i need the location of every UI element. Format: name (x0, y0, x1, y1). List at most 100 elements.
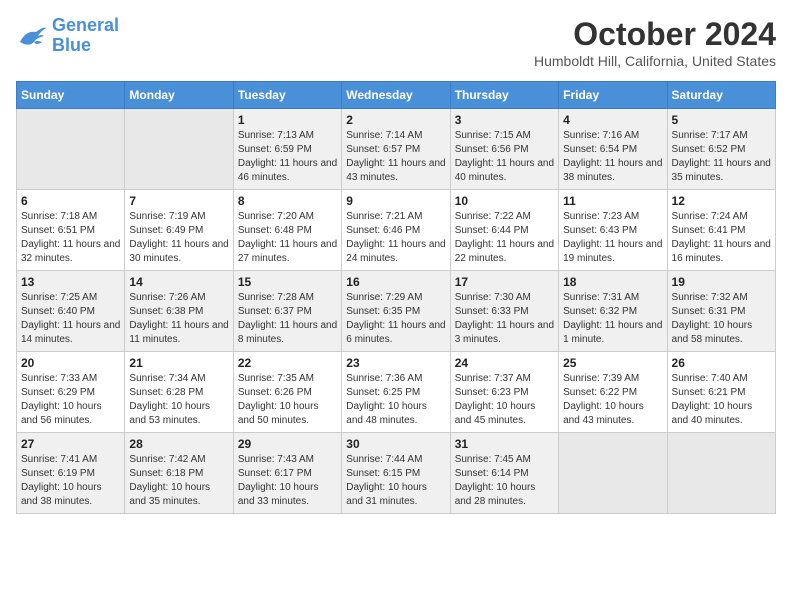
day-number: 12 (672, 194, 771, 208)
weekday-header: Saturday (667, 82, 775, 109)
day-info: Sunrise: 7:36 AM Sunset: 6:25 PM Dayligh… (346, 372, 445, 428)
day-number: 26 (672, 356, 771, 370)
calendar-day-cell: 21Sunrise: 7:34 AM Sunset: 6:28 PM Dayli… (125, 352, 233, 433)
calendar-day-cell: 9Sunrise: 7:21 AM Sunset: 6:46 PM Daylig… (342, 190, 450, 271)
day-number: 16 (346, 275, 445, 289)
day-info: Sunrise: 7:19 AM Sunset: 6:49 PM Dayligh… (129, 210, 228, 266)
day-info: Sunrise: 7:14 AM Sunset: 6:57 PM Dayligh… (346, 129, 445, 185)
calendar-day-cell: 13 Sunrise: 7:25 AM Sunset: 6:40 PM Dayli… (17, 271, 125, 352)
day-info: Sunrise: 7:29 AM Sunset: 6:35 PM Dayligh… (346, 291, 445, 347)
weekday-header: Friday (559, 82, 667, 109)
day-info: Sunrise: 7:28 AM Sunset: 6:37 PM Dayligh… (238, 291, 337, 347)
day-number: 23 (346, 356, 445, 370)
day-info: Sunrise: 7:17 AM Sunset: 6:52 PM Dayligh… (672, 129, 771, 185)
day-info: Sunrise: 7:44 AM Sunset: 6:15 PM Dayligh… (346, 453, 445, 509)
calendar-day-cell (17, 109, 125, 190)
calendar-day-cell: 14 Sunrise: 7:26 AM Sunset: 6:38 PM Dayli… (125, 271, 233, 352)
calendar-week-row: 13 Sunrise: 7:25 AM Sunset: 6:40 PM Dayli… (17, 271, 776, 352)
calendar-day-cell: 6 Sunrise: 7:18 AM Sunset: 6:51 PM Daylig… (17, 190, 125, 271)
calendar-day-cell: 15 Sunrise: 7:28 AM Sunset: 6:37 PM Dayli… (233, 271, 341, 352)
day-info: Sunrise: 7:35 AM Sunset: 6:26 PM Dayligh… (238, 372, 337, 428)
day-info: Sunrise: 7:43 AM Sunset: 6:17 PM Dayligh… (238, 453, 337, 509)
calendar-day-cell: 11Sunrise: 7:23 AM Sunset: 6:43 PM Dayli… (559, 190, 667, 271)
day-info: Sunrise: 7:39 AM Sunset: 6:22 PM Dayligh… (563, 372, 662, 428)
calendar-day-cell: 10 Sunrise: 7:22 AM Sunset: 6:44 PM Dayli… (450, 190, 558, 271)
day-number: 10 (455, 194, 554, 208)
day-number: 15 (238, 275, 337, 289)
day-number: 30 (346, 437, 445, 451)
day-info: Sunrise: 7:40 AM Sunset: 6:21 PM Dayligh… (672, 372, 771, 428)
day-number: 27 (21, 437, 120, 451)
logo-text: General Blue (52, 16, 119, 56)
day-number: 25 (563, 356, 662, 370)
calendar-day-cell: 30 Sunrise: 7:44 AM Sunset: 6:15 PM Dayli… (342, 433, 450, 514)
logo-icon (16, 22, 48, 50)
day-info: Sunrise: 7:30 AM Sunset: 6:33 PM Dayligh… (455, 291, 554, 347)
day-info: Sunrise: 7:18 AM Sunset: 6:51 PM Dayligh… (21, 210, 120, 266)
calendar-day-cell: 26 Sunrise: 7:40 AM Sunset: 6:21 PM Dayli… (667, 352, 775, 433)
calendar-day-cell: 28 Sunrise: 7:42 AM Sunset: 6:18 PM Dayli… (125, 433, 233, 514)
day-number: 31 (455, 437, 554, 451)
day-info: Sunrise: 7:20 AM Sunset: 6:48 PM Dayligh… (238, 210, 337, 266)
calendar-week-row: 27Sunrise: 7:41 AM Sunset: 6:19 PM Dayli… (17, 433, 776, 514)
calendar-day-cell: 7Sunrise: 7:19 AM Sunset: 6:49 PM Daylig… (125, 190, 233, 271)
day-number: 5 (672, 113, 771, 127)
calendar-day-cell: 3 Sunrise: 7:15 AM Sunset: 6:56 PM Daylig… (450, 109, 558, 190)
day-info: Sunrise: 7:16 AM Sunset: 6:54 PM Dayligh… (563, 129, 662, 185)
calendar-day-cell: 18Sunrise: 7:31 AM Sunset: 6:32 PM Dayli… (559, 271, 667, 352)
calendar-header-row: SundayMondayTuesdayWednesdayThursdayFrid… (17, 82, 776, 109)
calendar-day-cell: 1 Sunrise: 7:13 AM Sunset: 6:59 PM Daylig… (233, 109, 341, 190)
day-info: Sunrise: 7:13 AM Sunset: 6:59 PM Dayligh… (238, 129, 337, 185)
logo: General Blue (16, 16, 119, 56)
calendar-day-cell: 25 Sunrise: 7:39 AM Sunset: 6:22 PM Dayli… (559, 352, 667, 433)
calendar-day-cell (125, 109, 233, 190)
weekday-header: Monday (125, 82, 233, 109)
calendar-day-cell (559, 433, 667, 514)
weekday-header: Sunday (17, 82, 125, 109)
location-text: Humboldt Hill, California, United States (534, 53, 776, 69)
page-header: General Blue October 2024 Humboldt Hill,… (16, 16, 776, 69)
day-info: Sunrise: 7:22 AM Sunset: 6:44 PM Dayligh… (455, 210, 554, 266)
month-title: October 2024 (534, 16, 776, 53)
day-number: 8 (238, 194, 337, 208)
day-number: 3 (455, 113, 554, 127)
day-info: Sunrise: 7:24 AM Sunset: 6:41 PM Dayligh… (672, 210, 771, 266)
day-number: 18 (563, 275, 662, 289)
calendar-day-cell: 4 Sunrise: 7:16 AM Sunset: 6:54 PM Daylig… (559, 109, 667, 190)
day-info: Sunrise: 7:37 AM Sunset: 6:23 PM Dayligh… (455, 372, 554, 428)
calendar-day-cell: 19Sunrise: 7:32 AM Sunset: 6:31 PM Dayli… (667, 271, 775, 352)
day-number: 28 (129, 437, 228, 451)
calendar-day-cell: 2Sunrise: 7:14 AM Sunset: 6:57 PM Daylig… (342, 109, 450, 190)
calendar-day-cell: 20 Sunrise: 7:33 AM Sunset: 6:29 PM Dayli… (17, 352, 125, 433)
day-info: Sunrise: 7:15 AM Sunset: 6:56 PM Dayligh… (455, 129, 554, 185)
day-number: 13 (21, 275, 120, 289)
day-number: 21 (129, 356, 228, 370)
day-info: Sunrise: 7:26 AM Sunset: 6:38 PM Dayligh… (129, 291, 228, 347)
day-number: 6 (21, 194, 120, 208)
calendar-day-cell: 29 Sunrise: 7:43 AM Sunset: 6:17 PM Dayli… (233, 433, 341, 514)
day-number: 22 (238, 356, 337, 370)
day-number: 20 (21, 356, 120, 370)
day-info: Sunrise: 7:42 AM Sunset: 6:18 PM Dayligh… (129, 453, 228, 509)
day-number: 1 (238, 113, 337, 127)
calendar-week-row: 6 Sunrise: 7:18 AM Sunset: 6:51 PM Daylig… (17, 190, 776, 271)
weekday-header: Wednesday (342, 82, 450, 109)
day-info: Sunrise: 7:25 AM Sunset: 6:40 PM Dayligh… (21, 291, 120, 347)
calendar-day-cell: 12 Sunrise: 7:24 AM Sunset: 6:41 PM Dayli… (667, 190, 775, 271)
day-info: Sunrise: 7:23 AM Sunset: 6:43 PM Dayligh… (563, 210, 662, 266)
calendar-table: SundayMondayTuesdayWednesdayThursdayFrid… (16, 81, 776, 514)
weekday-header: Tuesday (233, 82, 341, 109)
calendar-day-cell: 8 Sunrise: 7:20 AM Sunset: 6:48 PM Daylig… (233, 190, 341, 271)
calendar-day-cell: 24Sunrise: 7:37 AM Sunset: 6:23 PM Dayli… (450, 352, 558, 433)
day-number: 4 (563, 113, 662, 127)
day-number: 9 (346, 194, 445, 208)
day-info: Sunrise: 7:45 AM Sunset: 6:14 PM Dayligh… (455, 453, 554, 509)
day-info: Sunrise: 7:33 AM Sunset: 6:29 PM Dayligh… (21, 372, 120, 428)
day-number: 19 (672, 275, 771, 289)
title-block: October 2024 Humboldt Hill, California, … (534, 16, 776, 69)
calendar-day-cell: 22 Sunrise: 7:35 AM Sunset: 6:26 PM Dayli… (233, 352, 341, 433)
calendar-day-cell: 27Sunrise: 7:41 AM Sunset: 6:19 PM Dayli… (17, 433, 125, 514)
day-number: 29 (238, 437, 337, 451)
calendar-day-cell (667, 433, 775, 514)
day-number: 14 (129, 275, 228, 289)
